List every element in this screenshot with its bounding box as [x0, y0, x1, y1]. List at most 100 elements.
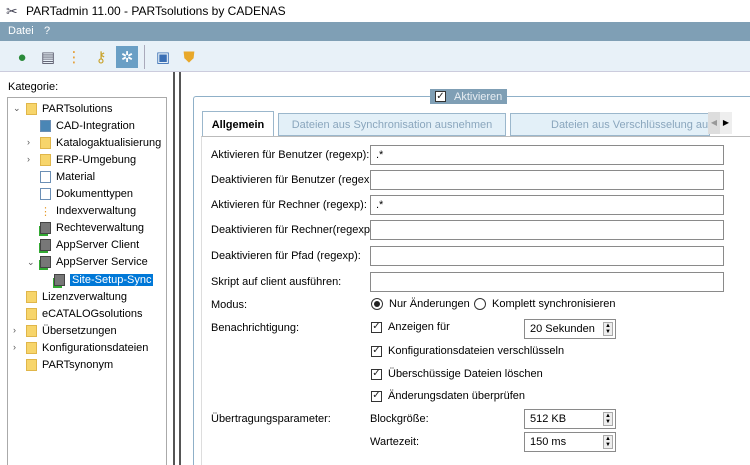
- tab-allgemein[interactable]: Allgemein: [202, 111, 274, 137]
- tree-item-label: CAD-Integration: [56, 119, 135, 132]
- radio-label: Nur Änderungen: [389, 298, 470, 310]
- menu-help[interactable]: ?: [44, 25, 50, 37]
- menu-bar: Datei ?: [0, 22, 750, 41]
- tree-item[interactable]: Rechteverwaltung: [40, 220, 144, 237]
- tree-item[interactable]: Katalogaktualisierung: [40, 134, 161, 151]
- show-for-checkbox[interactable]: ✓ Anzeigen für: [371, 321, 450, 333]
- tree-item[interactable]: Übersetzungen: [26, 322, 117, 339]
- modus-label: Modus:: [211, 299, 248, 311]
- tree-item[interactable]: PARTsolutions: [26, 100, 113, 117]
- server-icon: [40, 222, 51, 235]
- block-size-spinner[interactable]: 512 KB ▲ ▼: [524, 409, 616, 429]
- tree-item[interactable]: Dokumenttypen: [40, 186, 133, 203]
- regexp-input[interactable]: [370, 220, 724, 240]
- verify-changes-checkbox[interactable]: ✓ Änderungsdaten überprüfen: [371, 390, 525, 402]
- spinner-arrows-icon[interactable]: ▲ ▼: [603, 322, 613, 336]
- tab-scroll-right-icon[interactable]: ▶: [720, 112, 732, 134]
- transfer-label: Übertragungsparameter:: [211, 413, 331, 425]
- tree-item[interactable]: ERP-Umgebung: [40, 151, 136, 168]
- category-tree[interactable]: ⌄ PARTsolutions CAD-Integration › Katalogakt…: [7, 97, 167, 465]
- expand-icon[interactable]: ›: [27, 137, 30, 147]
- server-icon: [40, 239, 51, 252]
- tree-item-label: Rechteverwaltung: [56, 222, 145, 235]
- menu-datei[interactable]: Datei: [8, 25, 34, 37]
- settings-icon[interactable]: ✲: [116, 46, 138, 68]
- tree-item-label: Material: [56, 170, 96, 183]
- spinner-value: 20 Sekunden: [530, 323, 595, 335]
- checkbox-icon: ✓: [371, 368, 382, 380]
- checkbox-icon: ✓: [371, 345, 382, 357]
- collapse-icon[interactable]: ⌄: [13, 103, 21, 114]
- tree-item[interactable]: AppServer Client: [40, 237, 139, 254]
- tree-item[interactable]: ⋮ Indexverwaltung: [40, 203, 136, 220]
- doc-icon: [40, 188, 51, 200]
- globe-icon[interactable]: ●: [11, 46, 33, 68]
- checkbox-label: Überschüssige Dateien löschen: [388, 368, 543, 380]
- delete-excess-checkbox[interactable]: ✓ Überschüssige Dateien löschen: [371, 368, 543, 380]
- notification-label: Benachrichtigung:: [211, 322, 300, 334]
- folder-icon: [26, 341, 37, 354]
- checkbox-icon: ✓: [371, 390, 382, 402]
- folder-icon: [40, 153, 51, 166]
- wait-time-spinner[interactable]: 150 ms ▲ ▼: [524, 432, 616, 452]
- regexp-input[interactable]: [370, 272, 724, 292]
- tree-item[interactable]: Lizenzverwaltung: [26, 288, 127, 305]
- expand-icon[interactable]: ›: [13, 342, 16, 352]
- tree-item[interactable]: PARTsynonym: [26, 357, 113, 374]
- printer-icon[interactable]: ▤: [37, 46, 59, 68]
- radio-icon: [371, 298, 383, 310]
- tree-item-label: eCATALOGsolutions: [42, 307, 143, 320]
- field-label: Skript auf client ausführen:: [211, 276, 342, 288]
- tab-encryption-exclude[interactable]: Dateien aus Verschlüsselung ausnehmen: [510, 113, 710, 136]
- block-size-label: Blockgröße:: [370, 413, 429, 425]
- field-label: Deaktivieren für Pfad (regexp):: [211, 250, 361, 262]
- tree-item-label: Katalogaktualisierung: [56, 136, 162, 149]
- shield-icon[interactable]: ⛊: [178, 46, 200, 68]
- tree-item-label: Lizenzverwaltung: [42, 290, 127, 303]
- toolbar: ● ▤ ⋮ ⚷ ✲ ▣ ⛊: [0, 41, 750, 72]
- spinner-arrows-icon[interactable]: ▲ ▼: [603, 412, 613, 426]
- app-icon: ✂: [6, 3, 18, 19]
- tree-item-label: AppServer Service: [56, 256, 148, 269]
- tab-scroll-left-icon[interactable]: ◀: [708, 112, 720, 134]
- spinner-arrows-icon[interactable]: ▲ ▼: [603, 435, 613, 449]
- collapse-icon[interactable]: ⌄: [27, 257, 35, 268]
- tree-item[interactable]: Material: [40, 168, 95, 185]
- tab-sync-exclude[interactable]: Dateien aus Synchronisation ausnehmen: [278, 113, 506, 136]
- hierarchy-icon[interactable]: ⋮: [63, 46, 85, 68]
- spinner-value: 150 ms: [530, 436, 567, 448]
- save-icon[interactable]: ▣: [152, 46, 174, 68]
- tree-item[interactable]: Konfigurationsdateien: [26, 339, 148, 356]
- tree-item-label: PARTsynonym: [42, 359, 114, 371]
- tree-item[interactable]: AppServer Service: [40, 254, 148, 271]
- tree-item-label: AppServer Client: [56, 239, 140, 252]
- regexp-input[interactable]: [370, 170, 724, 190]
- show-for-spinner[interactable]: 20 Sekunden ▲ ▼: [524, 319, 616, 339]
- regexp-input[interactable]: .*: [370, 195, 724, 215]
- tree-item-label: Site-Setup-Sync: [70, 273, 154, 286]
- server-icon: [54, 273, 65, 286]
- checkbox-label: Konfigurationsdateien verschlüsseln: [388, 345, 565, 357]
- expand-icon[interactable]: ›: [27, 154, 30, 164]
- tree-item[interactable]: eCATALOGsolutions: [26, 305, 142, 322]
- doc-icon: [40, 170, 51, 183]
- regexp-input[interactable]: [370, 246, 724, 266]
- tree-item-label: ERP-Umgebung: [56, 153, 137, 166]
- tree-item[interactable]: Site-Setup-Sync: [54, 271, 154, 288]
- checkbox-label: Änderungsdaten überprüfen: [388, 390, 525, 402]
- wait-time-label: Wartezeit:: [370, 436, 420, 448]
- keys-icon[interactable]: ⚷: [90, 46, 112, 68]
- radio-komplett[interactable]: Komplett synchronisieren: [474, 298, 616, 310]
- splitter[interactable]: [173, 72, 181, 465]
- window-title: PARTadmin 11.00 - PARTsolutions by CADEN…: [26, 4, 286, 18]
- cad-icon: [40, 119, 51, 132]
- tree-item[interactable]: CAD-Integration: [40, 117, 135, 134]
- server-icon: [40, 256, 51, 269]
- spinner-value: 512 KB: [530, 413, 567, 425]
- regexp-input[interactable]: .*: [370, 145, 724, 165]
- encrypt-config-checkbox[interactable]: ✓ Konfigurationsdateien verschlüsseln: [371, 345, 564, 357]
- expand-icon[interactable]: ›: [13, 325, 16, 335]
- tree-item-label: Dokumenttypen: [56, 188, 134, 200]
- radio-nur-aenderungen[interactable]: Nur Änderungen: [371, 298, 470, 310]
- activate-checkbox[interactable]: ✓ Aktivieren: [430, 89, 507, 104]
